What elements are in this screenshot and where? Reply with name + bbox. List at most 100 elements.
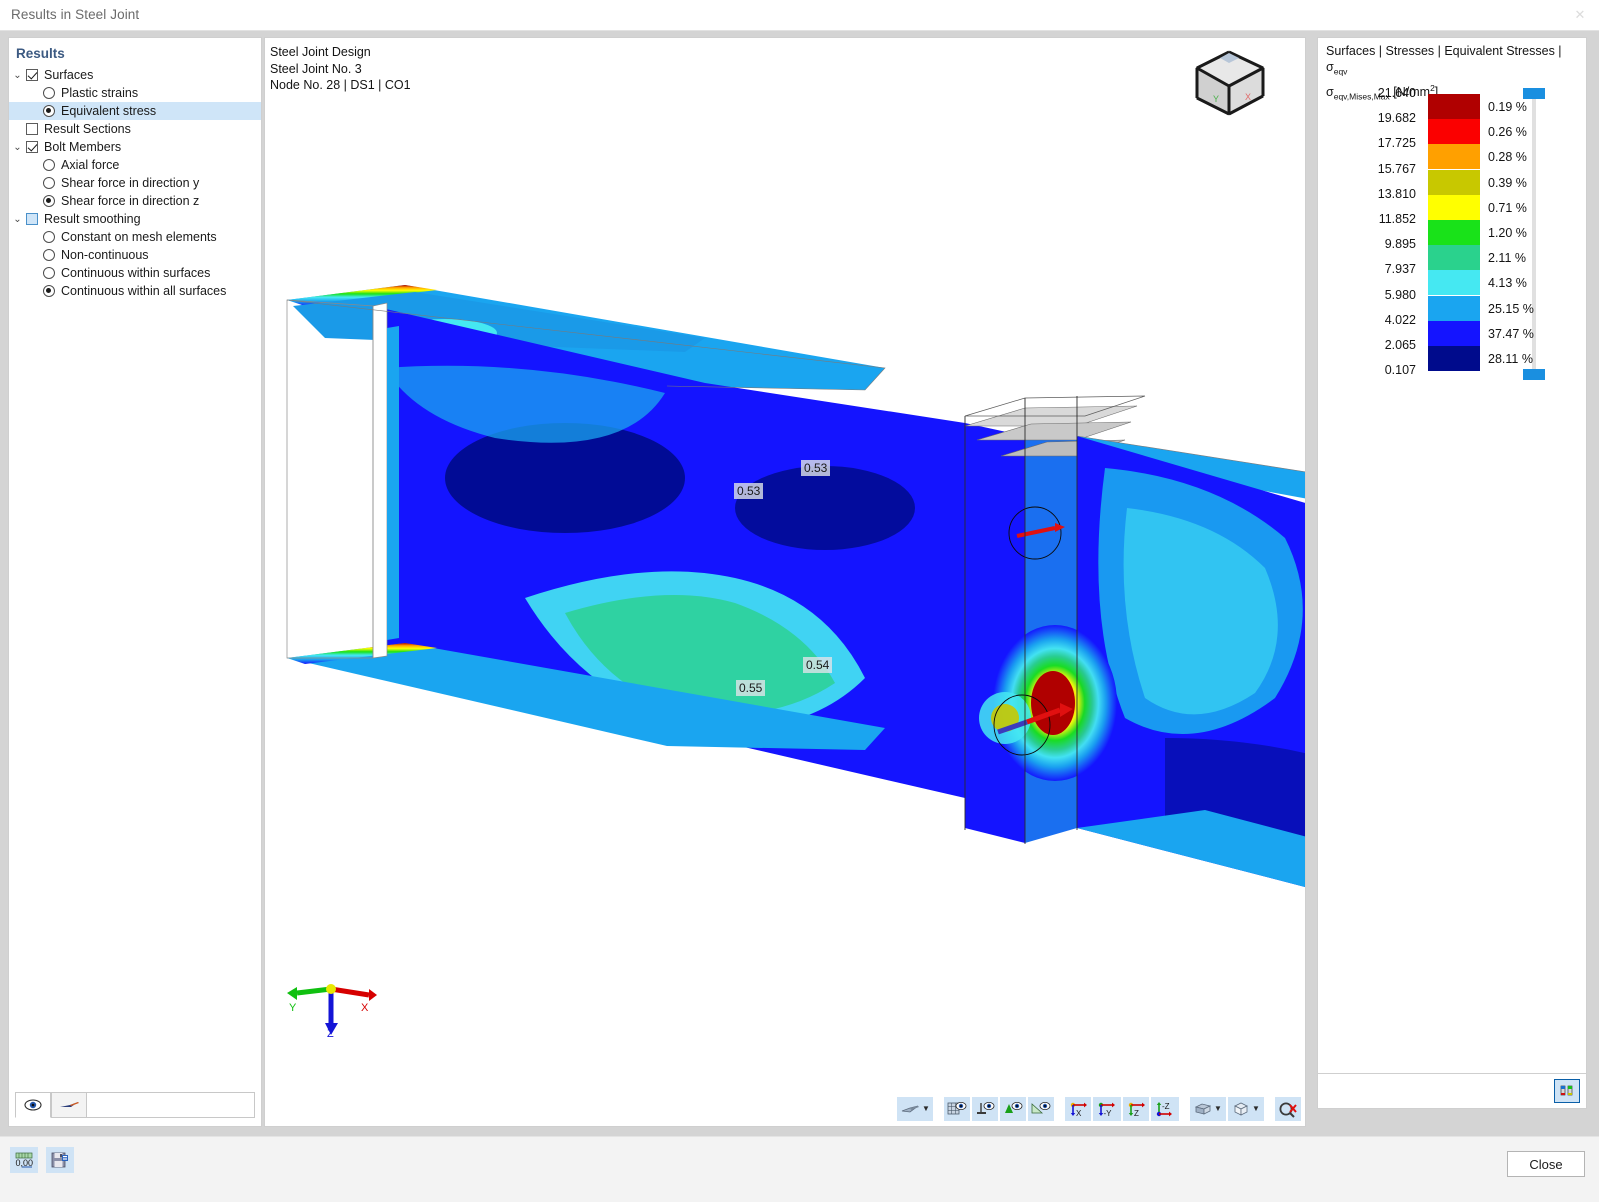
legend-color-band[interactable]	[1428, 194, 1480, 220]
legend-color-band[interactable]	[1428, 119, 1480, 145]
tree-item-equivalent-stress[interactable]: ⌄ Equivalent stress	[9, 102, 261, 120]
radio-off[interactable]	[43, 87, 55, 99]
tree-tab-surface[interactable]	[51, 1092, 87, 1118]
tree-item-plastic-strains[interactable]: ⌄ Plastic strains	[9, 84, 261, 102]
tree-item-label: Surfaces	[44, 68, 94, 82]
radio-off[interactable]	[43, 159, 55, 171]
chevron-spacer: ⌄	[26, 88, 43, 99]
tree-item-label: Continuous within surfaces	[61, 266, 211, 280]
radio-off[interactable]	[43, 231, 55, 243]
legend-value: 21.640	[1377, 86, 1416, 100]
tree-item-result-sections[interactable]: ⌄ Result Sections	[9, 120, 261, 138]
legend-percent: 0.26 %	[1488, 125, 1527, 140]
legend-slider-handle-min[interactable]	[1523, 369, 1545, 380]
legend-percent: 0.19 %	[1488, 100, 1527, 114]
legend-percent: 25.15 %	[1488, 301, 1534, 316]
chevron-down-icon[interactable]: ⌄	[9, 70, 26, 81]
close-icon[interactable]: ✕	[1563, 2, 1597, 28]
tree-item-non-continuous[interactable]: ⌄ Non-continuous	[9, 246, 261, 264]
save-results-button[interactable]	[46, 1147, 74, 1173]
view-perspective-button[interactable]: ▼	[1190, 1097, 1226, 1121]
legend-color-band[interactable]	[1428, 220, 1480, 245]
legend-title-sub: eqv	[1333, 66, 1348, 77]
3d-viewport[interactable]: Steel Joint Design Steel Joint No. 3 Nod…	[264, 37, 1306, 1127]
chevron-spacer: ⌄	[26, 250, 43, 261]
legend-color-band[interactable]	[1428, 144, 1480, 170]
title-bar: Results in Steel Joint ✕	[0, 0, 1599, 31]
legend-color-band[interactable]	[1428, 169, 1480, 195]
tree-item-surfaces[interactable]: ⌄ Surfaces	[9, 66, 261, 84]
legend-value: 11.852	[1378, 212, 1416, 226]
navigation-cube[interactable]: Y X	[1189, 46, 1271, 125]
results-tree: ⌄Surfaces⌄Plastic strains⌄Equivalent str…	[9, 66, 261, 300]
svg-text:X: X	[1076, 1109, 1082, 1118]
reset-zoom-button[interactable]	[1275, 1097, 1301, 1121]
tree-item-label: Continuous within all surfaces	[61, 284, 227, 298]
legend-color-band[interactable]	[1428, 245, 1480, 271]
axis-y-label: Y	[289, 1002, 297, 1014]
legend-value: 17.725	[1377, 136, 1416, 151]
view-in-x-button[interactable]: X	[1065, 1097, 1091, 1121]
caption-line-1: Steel Joint Design	[270, 45, 371, 59]
checkbox-tri[interactable]	[26, 213, 38, 225]
result-value-tag: 0.55	[736, 680, 766, 696]
decimal-places-button[interactable]: 0,00	[10, 1147, 38, 1173]
dialog-content: Results ⌄Surfaces⌄Plastic strains⌄Equiva…	[0, 31, 1599, 1136]
legend-value: 7.937	[1384, 262, 1416, 277]
chevron-down-icon[interactable]: ▼	[922, 1105, 930, 1113]
tree-item-bolt-members[interactable]: ⌄ Bolt Members	[9, 138, 261, 156]
tree-item-shear-force-in-direction-y[interactable]: ⌄ Shear force in direction y	[9, 174, 261, 192]
radio-on[interactable]	[43, 285, 55, 297]
close-button[interactable]: Close	[1507, 1151, 1585, 1177]
chevron-spacer: ⌄	[26, 160, 43, 171]
legend-value: 4.022	[1384, 312, 1416, 327]
chevron-spacer: ⌄	[26, 178, 43, 189]
axis-z-icon: Z	[1128, 1102, 1145, 1118]
radio-on[interactable]	[43, 105, 55, 117]
view-wireframe-button[interactable]: ▼	[1228, 1097, 1264, 1121]
tree-item-constant-on-mesh-elements[interactable]: ⌄ Constant on mesh elements	[9, 228, 261, 246]
checkbox-unchecked[interactable]	[26, 123, 38, 135]
legend-value: 5.980	[1384, 287, 1416, 302]
chevron-down-icon[interactable]: ⌄	[9, 214, 26, 225]
legend-settings-icon	[1560, 1085, 1573, 1096]
radio-on[interactable]	[43, 195, 55, 207]
legend-percent: 0.28 %	[1488, 150, 1527, 165]
tree-item-continuous-within-all-surfaces[interactable]: ⌄ Continuous within all surfaces	[9, 282, 261, 300]
legend-color-band[interactable]	[1428, 270, 1480, 296]
legend-color-band[interactable]	[1428, 346, 1480, 371]
tree-tab-filler	[87, 1092, 255, 1118]
legend-slider-handle-max[interactable]	[1523, 88, 1545, 99]
tree-item-result-smoothing[interactable]: ⌄ Result smoothing	[9, 210, 261, 228]
legend-percent: 4.13 %	[1488, 276, 1527, 291]
tree-tab-eye[interactable]	[15, 1092, 51, 1118]
show-dimensions-button[interactable]	[1028, 1097, 1054, 1121]
tree-item-continuous-within-surfaces[interactable]: ⌄ Continuous within surfaces	[9, 264, 261, 282]
legend-scale[interactable]: 0.19 % 0.26 % 0.28 % 0.39 % 0.71 % 1.20 % 2.11…	[1318, 86, 1586, 406]
checkbox-checked[interactable]	[26, 69, 38, 81]
legend-color-band[interactable]	[1428, 94, 1480, 119]
view-in-negative-z-button[interactable]: -Z	[1151, 1097, 1179, 1121]
legend-settings-button[interactable]	[1554, 1079, 1580, 1103]
radio-off[interactable]	[43, 177, 55, 189]
checkbox-checked[interactable]	[26, 141, 38, 153]
chevron-down-icon[interactable]: ▼	[1214, 1105, 1222, 1113]
svg-text:-Y: -Y	[1104, 1109, 1113, 1118]
radio-off[interactable]	[43, 267, 55, 279]
view-in-z-button[interactable]: Z	[1123, 1097, 1149, 1121]
legend-color-band[interactable]	[1428, 295, 1480, 321]
legend-color-band[interactable]	[1428, 320, 1480, 346]
show-mesh-button[interactable]	[944, 1097, 970, 1121]
axis-x-label: X	[361, 1002, 369, 1014]
show-supports-button[interactable]	[972, 1097, 998, 1121]
tree-item-axial-force[interactable]: ⌄ Axial force	[9, 156, 261, 174]
render-mode-button[interactable]: ▼	[897, 1097, 933, 1121]
surface-shading-icon	[901, 1105, 920, 1113]
show-loads-button[interactable]	[1000, 1097, 1026, 1121]
chevron-down-icon[interactable]: ⌄	[9, 142, 26, 153]
tree-item-shear-force-in-direction-z[interactable]: ⌄ Shear force in direction z	[9, 192, 261, 210]
chevron-down-icon[interactable]: ▼	[1252, 1105, 1260, 1113]
legend-box: Surfaces | Stresses | Equivalent Stresse…	[1317, 37, 1587, 1100]
view-in-negative-y-button[interactable]: -Y	[1093, 1097, 1121, 1121]
radio-off[interactable]	[43, 249, 55, 261]
